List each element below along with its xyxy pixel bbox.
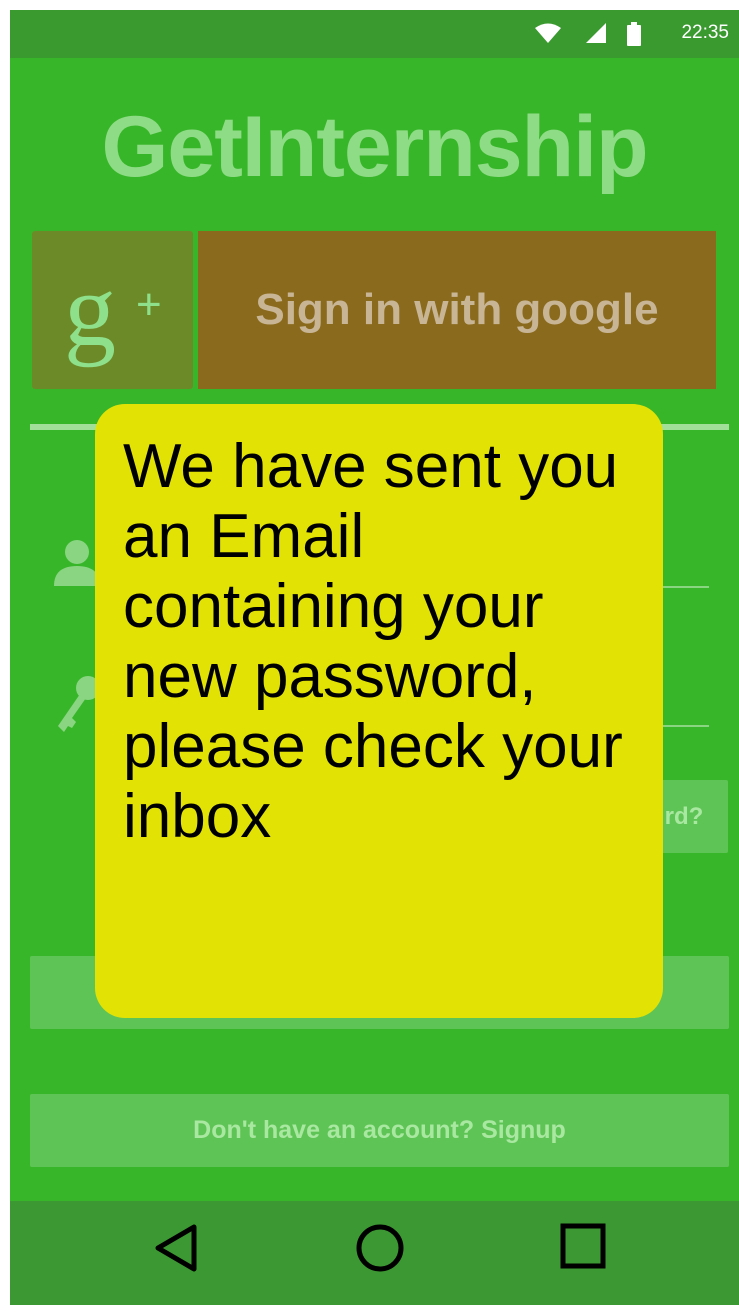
toast-message: We have sent you an Email containing you… bbox=[95, 404, 663, 1018]
app-title: GetInternship bbox=[101, 99, 648, 195]
battery-icon bbox=[627, 22, 641, 46]
user-icon bbox=[54, 540, 100, 586]
forgot-password-label: rd? bbox=[664, 802, 704, 830]
back-icon[interactable] bbox=[152, 1223, 200, 1273]
phone-screen: 22:35 GetInternship g + Sign in with goo… bbox=[10, 10, 739, 1305]
home-icon[interactable] bbox=[355, 1223, 405, 1273]
recents-icon[interactable] bbox=[560, 1223, 606, 1269]
google-signin-label: Sign in with google bbox=[255, 285, 659, 334]
google-g-glyph: g bbox=[64, 253, 116, 368]
status-bar: 22:35 bbox=[10, 10, 739, 58]
google-plus-icon[interactable]: g + bbox=[32, 231, 193, 389]
status-time: 22:35 bbox=[681, 22, 729, 43]
signup-label: Don't have an account? Signup bbox=[193, 1116, 566, 1144]
google-signin-button[interactable]: Sign in with google bbox=[198, 231, 716, 389]
toast-text: We have sent you an Email containing you… bbox=[123, 432, 623, 851]
google-plus-glyph: + bbox=[136, 280, 162, 329]
signup-button[interactable]: Don't have an account? Signup bbox=[30, 1094, 729, 1167]
navigation-bar bbox=[10, 1201, 739, 1305]
signal-icon bbox=[586, 23, 606, 43]
wifi-icon bbox=[535, 23, 561, 43]
